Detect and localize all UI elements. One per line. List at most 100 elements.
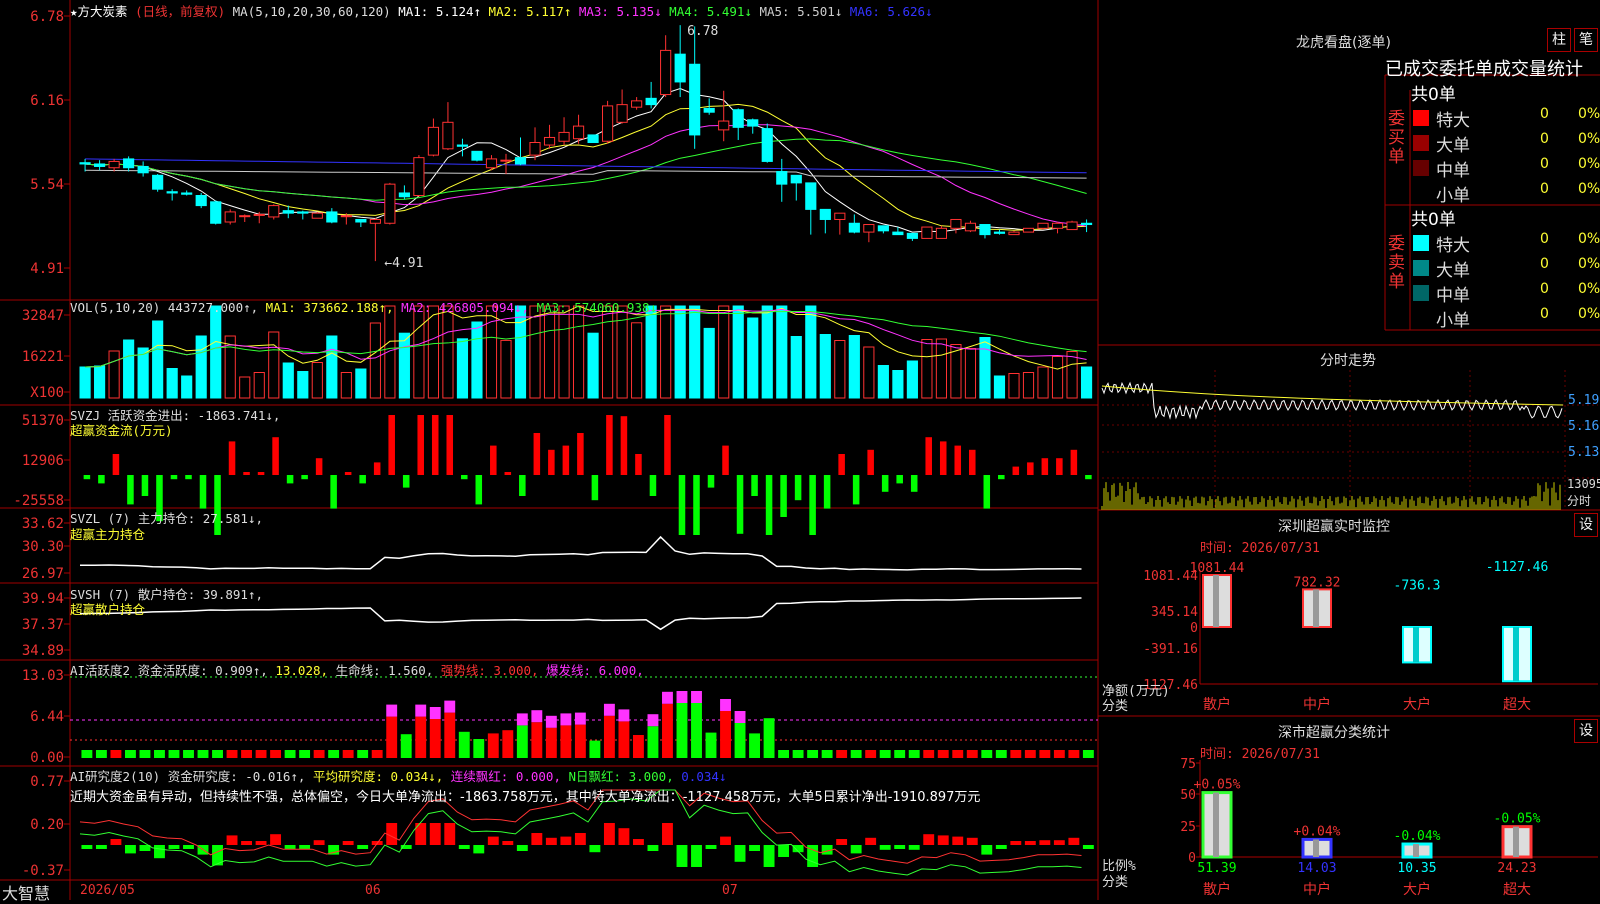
vol-value-2: MA2: 426805.094↓, (401, 300, 537, 315)
activity-bar (458, 731, 470, 758)
stats-settings-button[interactable]: 设 (1574, 719, 1598, 743)
ai1-header: AI活跃度2 资金活跃度: 0.909↑, 13.028, 生命线: 1.560… (70, 660, 644, 679)
burst-bar (516, 713, 528, 726)
research-bar (154, 845, 165, 859)
candle (819, 208, 831, 220)
sell-row-pct: 0% (1578, 231, 1600, 247)
activity-bar (357, 750, 369, 758)
tick-view-button[interactable]: 笔 (1574, 28, 1598, 52)
research-bar (284, 845, 296, 849)
monitor-bar-shade (1513, 627, 1519, 682)
fund-flow-bar (1070, 449, 1078, 475)
price-axis-label: 6.78 (30, 9, 64, 25)
volume-bar (152, 320, 164, 399)
fund-flow-bar (286, 475, 294, 484)
research-bar (1024, 841, 1036, 845)
volume-bar (137, 347, 149, 399)
monitor-category: 大户 (1403, 696, 1431, 713)
candle (1066, 221, 1078, 231)
stats-change-label: -0.05% (1494, 812, 1541, 827)
stats-change-label: -0.04% (1394, 829, 1441, 844)
burst-bar (429, 707, 441, 719)
candle (935, 227, 948, 239)
monitor-settings-button[interactable]: 设 (1574, 513, 1598, 537)
activity-bar (212, 750, 223, 758)
vol-header: VOL(5,10,20) 443727.000↑, MA1: 373662.18… (70, 300, 657, 315)
buy-row-name: 小单 (1436, 186, 1470, 206)
stats-title: 深市超赢分类统计 (1278, 725, 1390, 741)
volume-bar (1037, 366, 1049, 399)
volume-bar (369, 322, 381, 399)
candle (195, 195, 207, 207)
svsh-axis-label: 37.37 (22, 617, 64, 633)
candle (1037, 222, 1049, 229)
stats-value-label: 10.35 (1397, 861, 1436, 876)
fund-flow-bar (402, 475, 410, 488)
volume-bar (776, 305, 788, 399)
intraday-axis-label: 5.16 (1568, 419, 1599, 434)
fund-flow-bar (896, 475, 903, 484)
volume-bar (442, 305, 454, 399)
research-bar (95, 845, 107, 849)
volume-bar (645, 305, 657, 399)
monitor-category: 散户 (1203, 696, 1231, 713)
activity-bar (923, 750, 935, 758)
volume-bar (892, 370, 904, 399)
research-bar (1039, 840, 1051, 845)
activity-bar (168, 750, 180, 758)
sell-swatch (1413, 260, 1429, 276)
fund-flow-bar (272, 437, 279, 475)
candle (776, 171, 788, 185)
ma-line-20 (85, 124, 1087, 227)
volume-bar (732, 305, 744, 399)
monitor-bar-shade (1413, 627, 1419, 663)
research-bar (894, 845, 906, 849)
volume-bar (427, 305, 440, 399)
research-bar (1010, 841, 1022, 845)
price-axis-label: 4.91 (30, 261, 64, 277)
research-bar (81, 845, 93, 849)
candle (631, 100, 643, 108)
research-bar (778, 845, 790, 857)
volume-bar (326, 335, 338, 399)
candle (79, 162, 91, 165)
research-bar (226, 835, 238, 845)
candle (268, 205, 280, 218)
candle (993, 231, 1006, 234)
volume-bar (935, 338, 948, 399)
volume-bar (819, 334, 831, 399)
fund-flow-bar (490, 445, 497, 475)
activity-bar (865, 750, 877, 758)
fund-flow-bar (649, 475, 657, 496)
candle (427, 126, 440, 156)
ai1-axis-label: 6.44 (30, 709, 64, 725)
fund-flow-bar (969, 449, 976, 475)
research-bar (662, 823, 673, 845)
activity-bar (937, 750, 949, 758)
candle (602, 105, 614, 142)
research-bar (647, 845, 659, 851)
research-bar (995, 845, 1007, 849)
activity-bar (836, 750, 848, 758)
volume-bar (311, 362, 323, 399)
activity-bar (139, 750, 151, 758)
stats-category: 大户 (1403, 881, 1431, 898)
volume-bar (253, 372, 265, 399)
research-bar (487, 836, 499, 845)
volume-bar (398, 332, 410, 399)
volume-bar (413, 305, 425, 399)
burst-bar (647, 714, 659, 727)
research-bar (270, 834, 282, 845)
sell-row-name: 中单 (1436, 286, 1470, 306)
volume-bar (993, 375, 1006, 399)
stats-axis-label: 75 (1180, 757, 1196, 772)
svsh-sub: 超赢散户持仓 (70, 602, 146, 617)
fund-flow-bar (359, 475, 366, 484)
candle (587, 134, 599, 144)
svzj-axis-label: -25558 (13, 493, 64, 509)
bar-view-button[interactable]: 柱 (1547, 28, 1571, 52)
fund-flow-bar (533, 433, 541, 475)
high-price-label: 6.78 (687, 24, 718, 39)
volume-bar (514, 305, 527, 399)
intraday-vol-label: 13095 (1567, 477, 1600, 491)
